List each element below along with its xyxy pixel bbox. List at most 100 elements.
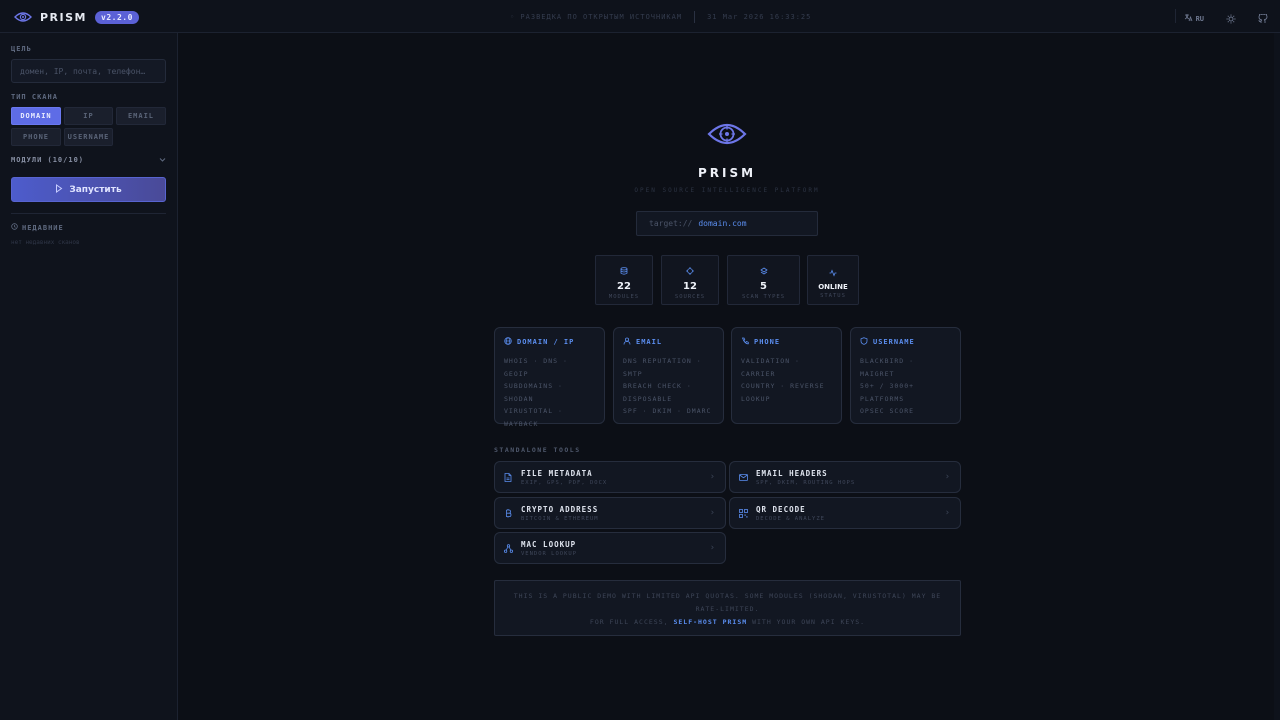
card-line: 50+ / 3000+	[860, 382, 915, 390]
language-label: RU	[1195, 14, 1204, 23]
stat-scan-types: 5 SCAN TYPES	[727, 255, 800, 305]
tool-subtitle: SPF, DKIM, ROUTING HOPS	[756, 479, 856, 486]
mail-icon	[738, 473, 748, 481]
target-domain: domain.com	[698, 219, 747, 228]
card-line: SUBDOMAINS ·	[504, 382, 563, 390]
activity-icon	[829, 262, 837, 281]
stat-value: 5	[760, 281, 767, 292]
hero-subtitle: OPEN SOURCE INTELLIGENCE PLATFORM	[634, 187, 820, 194]
sidebar: ЦЕЛЬ ТИП СКАНА DOMAIN IP EMAIL PHONE USE…	[0, 33, 178, 720]
translate-icon	[1184, 13, 1193, 24]
stat-label: STATUS	[820, 292, 846, 299]
notice-text: WITH YOUR OWN API KEYS.	[752, 618, 866, 626]
target-label: ЦЕЛЬ	[11, 45, 32, 53]
tool-crypto-address[interactable]: CRYPTO ADDRESS BITCOIN & ETHEREUM ›	[494, 497, 726, 529]
modules-toggle[interactable]: МОДУЛИ (10/10)	[11, 156, 166, 165]
chevron-right-icon: ›	[944, 508, 950, 518]
divider	[1175, 9, 1176, 23]
self-host-link[interactable]: SELF-HOST PRISM	[673, 618, 747, 626]
shield-icon	[860, 337, 868, 347]
scan-type-username[interactable]: USERNAME	[64, 128, 113, 146]
card-line: WAYBACK	[504, 419, 539, 428]
modules-label: МОДУЛИ (10/10)	[11, 156, 85, 164]
scan-type-domain[interactable]: DOMAIN	[11, 107, 61, 125]
chevron-right-icon: ›	[944, 472, 950, 482]
status-text: ◦ РАЗВЕДКА ПО ОТКРЫТЫМ ИСТОЧНИКАМ	[510, 13, 683, 21]
card-title: DOMAIN / IP	[517, 338, 575, 346]
top-bar: PRISM v2.2.0 ◦ РАЗВЕДКА ПО ОТКРЫТЫМ ИСТО…	[0, 0, 1280, 33]
tool-subtitle: BITCOIN & ETHEREUM	[521, 515, 599, 522]
card-line: WHOIS · DNS · GEOIP	[504, 357, 568, 378]
target-prefix: target://	[649, 219, 693, 228]
card-domain-ip: DOMAIN / IP WHOIS · DNS · GEOIP SUBDOMAI…	[494, 327, 605, 428]
user-icon	[623, 337, 631, 347]
run-label: Запустить	[69, 184, 122, 195]
network-icon	[503, 543, 513, 553]
card-line: VALIDATION ·	[741, 357, 800, 365]
tool-subtitle: EXIF, GPS, PDF, DOCX	[521, 479, 608, 486]
tool-email-headers[interactable]: EMAIL HEADERS SPF, DKIM, ROUTING HOPS ›	[729, 461, 961, 493]
card-line: SMTP	[623, 369, 643, 378]
language-toggle[interactable]: RU	[1184, 13, 1204, 24]
clock-icon	[11, 223, 18, 232]
card-title: PHONE	[754, 338, 781, 346]
github-icon[interactable]	[1258, 9, 1268, 28]
demo-notice: THIS IS A PUBLIC DEMO WITH LIMITED API Q…	[494, 580, 961, 636]
recent-header: НЕДАВНИЕ	[11, 223, 64, 232]
tool-file-metadata[interactable]: FILE METADATA EXIF, GPS, PDF, DOCX ›	[494, 461, 726, 493]
stat-value: 22	[617, 281, 631, 292]
tool-title: QR DECODE	[756, 504, 806, 514]
tool-title: EMAIL HEADERS	[756, 468, 828, 478]
stat-label: MODULES	[608, 294, 640, 300]
hero-eye-icon	[707, 120, 747, 152]
card-line: BLACKBIRD ·	[860, 357, 915, 365]
stat-label: SOURCES	[674, 294, 706, 300]
notice-line-3: FOR FULL ACCESS, SELF-HOST PRISM WITH YO…	[495, 616, 960, 629]
divider	[694, 11, 696, 23]
card-line: CARRIER	[741, 369, 776, 378]
target-example: target:// domain.com	[636, 211, 818, 236]
tool-title: MAC LOOKUP	[521, 539, 577, 549]
card-username: USERNAME BLACKBIRD · MAIGRET 50+ / 3000+…	[850, 327, 961, 424]
play-icon	[55, 183, 63, 196]
card-line: OPSEC SCORE	[860, 407, 915, 415]
divider	[11, 213, 166, 214]
tool-mac-lookup[interactable]: MAC LOOKUP VENDOR LOOKUP ›	[494, 532, 726, 564]
card-line: PLATFORMS	[860, 394, 905, 403]
globe-icon	[504, 337, 512, 347]
hero-title: PRISM	[697, 166, 757, 180]
chevron-right-icon: ›	[709, 508, 715, 518]
notice-line: RATE-LIMITED.	[695, 605, 760, 613]
notice-line: THIS IS A PUBLIC DEMO WITH LIMITED API Q…	[513, 592, 942, 600]
card-phone: PHONE VALIDATION · CARRIER COUNTRY · REV…	[731, 327, 842, 424]
tools-label: STANDALONE TOOLS	[494, 446, 581, 454]
phone-icon	[741, 337, 749, 347]
datetime: 31 Mar 2026 16:33:25	[707, 13, 812, 21]
crosshair-icon	[686, 260, 694, 279]
theme-sun-icon[interactable]	[1226, 9, 1236, 28]
target-input[interactable]	[11, 59, 166, 83]
bitcoin-icon	[503, 508, 513, 518]
brand[interactable]: PRISM v2.2.0	[14, 8, 139, 27]
card-line: LOOKUP	[741, 394, 771, 403]
chevron-right-icon: ›	[709, 543, 715, 553]
chevron-down-icon	[159, 156, 166, 165]
scan-type-phone[interactable]: PHONE	[11, 128, 61, 146]
tool-qr-decode[interactable]: QR DECODE DECODE & ANALYZE ›	[729, 497, 961, 529]
scan-type-label: ТИП СКАНА	[11, 93, 58, 101]
scan-type-email[interactable]: EMAIL	[116, 107, 166, 125]
tool-title: CRYPTO ADDRESS	[521, 504, 599, 514]
tool-title: FILE METADATA	[521, 468, 593, 478]
tool-subtitle: VENDOR LOOKUP	[521, 550, 578, 557]
qr-code-icon	[738, 508, 748, 518]
scan-type-ip[interactable]: IP	[64, 107, 113, 125]
stat-sources: 12 SOURCES	[661, 255, 719, 305]
card-line: DISPOSABLE	[623, 394, 673, 403]
card-line: DNS REPUTATION ·	[623, 357, 702, 365]
app-name: PRISM	[40, 11, 87, 24]
version-badge: v2.2.0	[95, 11, 139, 24]
scrollbar[interactable]	[1274, 33, 1280, 720]
card-line: SHODAN	[504, 394, 534, 403]
run-scan-button[interactable]: Запустить	[11, 177, 166, 202]
card-line: MAIGRET	[860, 369, 895, 378]
